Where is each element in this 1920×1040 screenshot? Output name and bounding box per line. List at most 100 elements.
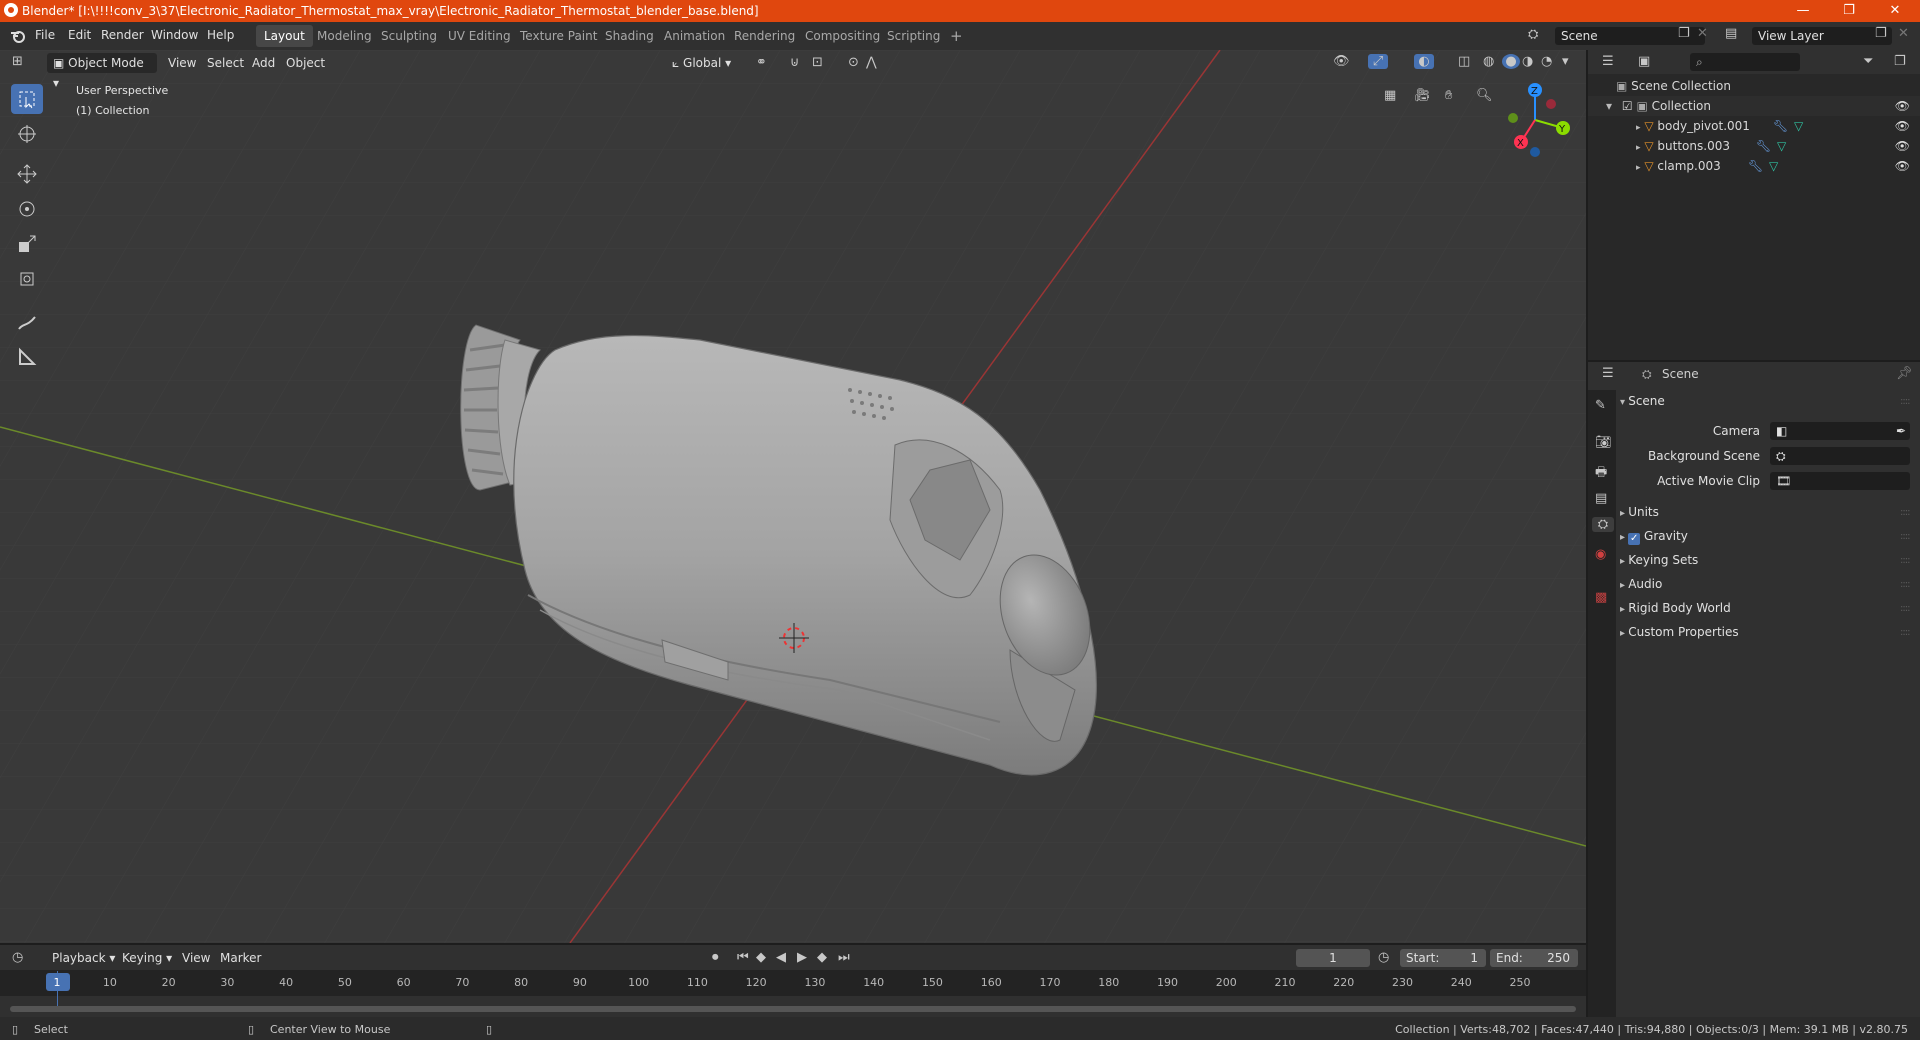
visibility-icon[interactable]: 👁︎ xyxy=(1333,54,1350,69)
outliner-editor-type-icon[interactable]: ☰ xyxy=(1602,54,1614,69)
gravity-section-header[interactable]: ▸ ✓ Gravity xyxy=(1620,529,1688,545)
pin-icon[interactable]: 📌︎ xyxy=(1896,366,1913,381)
measure-tool[interactable] xyxy=(11,342,43,372)
outliner-scene-collection[interactable]: ▣ Scene Collection xyxy=(1588,76,1920,96)
menu-window[interactable]: Window xyxy=(151,28,198,42)
new-view-layer-icon[interactable]: ❐ xyxy=(1875,26,1887,41)
tab-texture-paint[interactable]: Texture Paint xyxy=(512,25,605,47)
shading-solid-icon[interactable]: ● xyxy=(1502,54,1520,69)
shading-rendered-icon[interactable]: ◔ xyxy=(1541,54,1552,69)
menu-file[interactable]: File xyxy=(35,28,55,42)
pan-view-icon[interactable]: ✋︎ xyxy=(1445,88,1452,103)
view-layer-field[interactable]: View Layer xyxy=(1752,27,1892,45)
timeline-scrollbar[interactable] xyxy=(10,1006,1576,1012)
tab-compositing[interactable]: Compositing xyxy=(797,25,888,47)
view-layer-props-tab-icon[interactable]: ▤ xyxy=(1595,491,1607,506)
collection-visibility-icon[interactable]: 👁︎ xyxy=(1895,96,1910,116)
gravity-checkbox[interactable]: ✓ xyxy=(1628,533,1641,545)
units-section-header[interactable]: ▸ Units xyxy=(1620,505,1659,519)
editor-type-icon[interactable]: ⊞ xyxy=(12,54,23,69)
remove-view-layer-icon[interactable]: ✕ xyxy=(1898,26,1909,41)
new-scene-icon[interactable]: ❐ xyxy=(1678,26,1690,41)
tab-scripting[interactable]: Scripting xyxy=(879,25,948,47)
overlays-toggle-icon[interactable]: ◐ xyxy=(1414,54,1434,69)
falloff-icon[interactable]: ⋀ xyxy=(866,55,877,70)
menu-object[interactable]: Object xyxy=(280,53,331,73)
active-movie-clip-field[interactable]: 🎞︎ xyxy=(1770,472,1910,490)
expand-collection-icon[interactable]: ▾ xyxy=(1606,99,1612,113)
scale-tool[interactable] xyxy=(11,229,43,259)
minimize-button[interactable]: — xyxy=(1780,0,1826,22)
menu-edit[interactable]: Edit xyxy=(68,28,91,42)
camera-view-icon[interactable]: 🎥︎ xyxy=(1414,88,1431,103)
zoom-view-icon[interactable]: 🔍︎ xyxy=(1476,88,1493,103)
drag-handle-icon[interactable]: :::: xyxy=(1900,507,1911,518)
snap-icon[interactable]: ⊍ xyxy=(790,55,800,70)
scene-browse-icon[interactable]: ⛭ xyxy=(1528,27,1538,42)
end-frame-field[interactable]: End: 250 xyxy=(1490,949,1578,967)
menu-add[interactable]: Add xyxy=(246,53,281,73)
eyedropper-icon[interactable]: ✒ xyxy=(1896,422,1906,440)
drag-handle-icon[interactable]: :::: xyxy=(1900,531,1911,542)
tool-props-tab-icon[interactable]: ✎ xyxy=(1595,398,1606,413)
tab-animation[interactable]: Animation xyxy=(656,25,733,47)
unlink-scene-icon[interactable]: ✕ xyxy=(1697,26,1708,41)
menu-playback[interactable]: Playback ▾ xyxy=(46,948,121,968)
view-layer-icon[interactable]: ▤ xyxy=(1725,26,1737,41)
menu-help[interactable]: Help xyxy=(207,28,234,42)
expand-object-icon[interactable]: ▸ xyxy=(1636,123,1641,133)
drag-handle-icon[interactable]: :::: xyxy=(1900,396,1911,407)
prev-keyframe-icon[interactable]: ◆ xyxy=(756,950,766,965)
transform-orientation-select[interactable]: ⟀ Global ▾ xyxy=(666,53,737,73)
object-visibility-icon[interactable]: 👁︎ xyxy=(1895,156,1910,176)
outliner-search-input[interactable]: ⌕ xyxy=(1690,53,1800,71)
preview-range-icon[interactable]: ◷ xyxy=(1378,950,1389,965)
jump-start-icon[interactable]: ⏮ xyxy=(737,950,749,965)
pivot-point-icon[interactable]: ⚭ xyxy=(756,55,767,70)
tab-shading[interactable]: Shading xyxy=(597,25,662,47)
expand-object-icon[interactable]: ▸ xyxy=(1636,163,1641,173)
jump-end-icon[interactable]: ⏭ xyxy=(838,950,850,965)
tab-sculpting[interactable]: Sculpting xyxy=(373,25,445,47)
new-collection-icon[interactable]: ❐ xyxy=(1894,54,1906,69)
navigation-gizmo[interactable]: Z Y X xyxy=(1495,80,1575,160)
camera-field[interactable]: ◧ ✒ xyxy=(1770,422,1910,440)
transform-tool[interactable] xyxy=(11,264,43,294)
collection-checkbox-icon[interactable]: ☑ xyxy=(1622,99,1633,113)
expand-object-icon[interactable]: ▸ xyxy=(1636,143,1641,153)
drag-handle-icon[interactable]: :::: xyxy=(1900,555,1911,566)
outliner-object-clamp[interactable]: ▸ ▽ clamp.003 🔧︎ ▽ 👁︎ xyxy=(1588,156,1920,176)
tab-uv-editing[interactable]: UV Editing xyxy=(440,25,519,47)
drag-handle-icon[interactable]: :::: xyxy=(1900,579,1911,590)
shading-material-icon[interactable]: ◑ xyxy=(1522,54,1533,69)
scene-props-tab-icon[interactable]: ⛭ xyxy=(1592,517,1614,532)
object-visibility-icon[interactable]: 👁︎ xyxy=(1895,116,1910,136)
drag-handle-icon[interactable]: :::: xyxy=(1900,603,1911,614)
menu-view[interactable]: View xyxy=(162,53,202,73)
play-reverse-icon[interactable]: ◀ xyxy=(776,950,786,965)
outliner-object-buttons[interactable]: ▸ ▽ buttons.003 🔧︎ ▽ 👁︎ xyxy=(1588,136,1920,156)
maximize-button[interactable]: ❐ xyxy=(1826,0,1872,22)
menu-select[interactable]: Select xyxy=(201,53,250,73)
annotate-tool[interactable] xyxy=(11,308,43,338)
background-scene-field[interactable]: ⛭ xyxy=(1770,447,1910,465)
add-workspace-button[interactable]: + xyxy=(942,25,971,47)
object-visibility-icon[interactable]: 👁︎ xyxy=(1895,136,1910,156)
output-props-tab-icon[interactable]: 🖶︎ xyxy=(1595,463,1607,485)
keying-sets-section-header[interactable]: ▸ Keying Sets xyxy=(1620,553,1698,567)
snap-target-icon[interactable]: ⊡ xyxy=(812,55,823,70)
tab-layout[interactable]: Layout xyxy=(256,25,313,47)
outliner-object-body-pivot[interactable]: ▸ ▽ body_pivot.001 🔧︎ ▽ 👁︎ xyxy=(1588,116,1920,136)
custom-properties-section-header[interactable]: ▸ Custom Properties xyxy=(1620,625,1739,639)
select-box-tool[interactable] xyxy=(11,84,43,114)
render-props-tab-icon[interactable]: 📷︎ xyxy=(1595,435,1612,450)
scene-section-header[interactable]: ▾ Scene xyxy=(1620,394,1665,408)
tab-modeling[interactable]: Modeling xyxy=(309,25,380,47)
close-button[interactable]: ✕ xyxy=(1872,0,1918,22)
xray-icon[interactable]: ◫ xyxy=(1458,54,1470,69)
menu-render[interactable]: Render xyxy=(101,28,144,42)
move-tool[interactable] xyxy=(11,159,43,189)
next-keyframe-icon[interactable]: ◆ xyxy=(817,950,827,965)
blender-menu-icon[interactable] xyxy=(10,29,26,43)
menu-marker[interactable]: Marker xyxy=(214,948,267,968)
